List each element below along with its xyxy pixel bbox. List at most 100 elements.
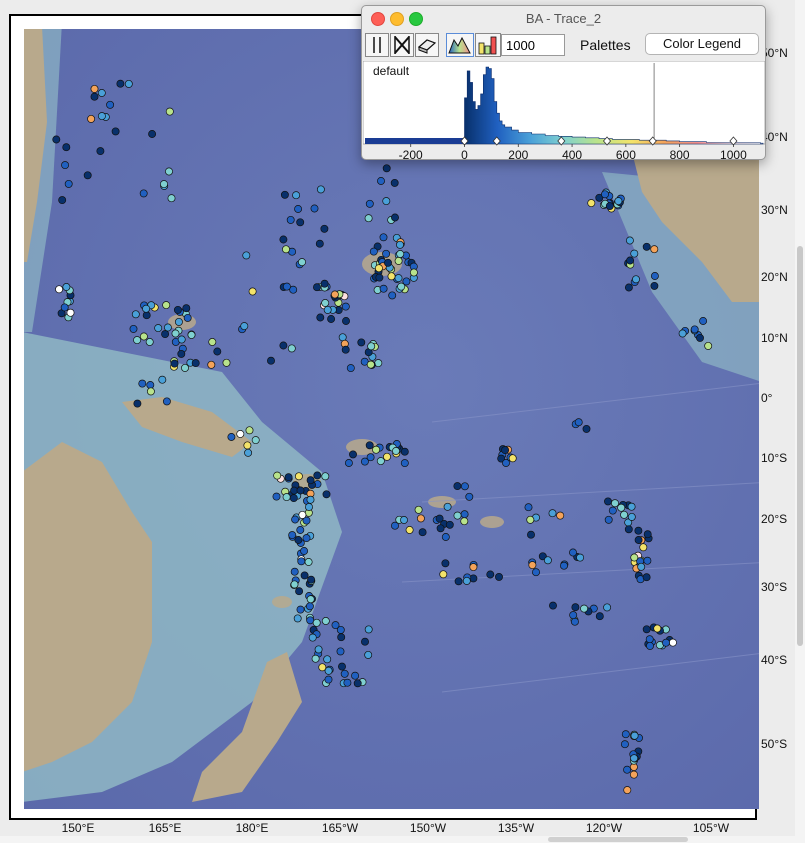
- sample-point[interactable]: [133, 399, 142, 408]
- sample-point[interactable]: [394, 256, 403, 265]
- histogram-window[interactable]: BA - Trace_2 1000 Palettes Color Legend …: [361, 5, 766, 160]
- sample-point[interactable]: [272, 492, 281, 501]
- vertical-scrollbar[interactable]: [795, 0, 805, 843]
- sample-point[interactable]: [294, 205, 303, 213]
- sample-point[interactable]: [106, 100, 115, 109]
- sample-point[interactable]: [342, 317, 350, 325]
- sample-point[interactable]: [222, 358, 231, 367]
- sample-point[interactable]: [282, 282, 291, 291]
- sample-point[interactable]: [183, 313, 192, 322]
- sample-point[interactable]: [587, 199, 596, 208]
- sample-point[interactable]: [465, 492, 474, 501]
- sample-point[interactable]: [304, 558, 313, 566]
- sample-point[interactable]: [313, 471, 322, 480]
- sample-point[interactable]: [377, 177, 385, 185]
- sample-point[interactable]: [582, 424, 591, 433]
- sample-point[interactable]: [374, 359, 383, 368]
- sample-point[interactable]: [292, 191, 301, 200]
- sample-point[interactable]: [367, 342, 376, 351]
- sample-point[interactable]: [315, 239, 324, 248]
- sample-point[interactable]: [646, 641, 654, 650]
- sample-point[interactable]: [366, 453, 375, 462]
- sample-point[interactable]: [608, 506, 617, 515]
- sample-point[interactable]: [286, 215, 295, 224]
- sample-point[interactable]: [52, 135, 61, 144]
- sample-point[interactable]: [645, 635, 654, 644]
- sample-point[interactable]: [279, 235, 288, 244]
- sample-point[interactable]: [460, 517, 469, 526]
- sample-point[interactable]: [662, 638, 670, 647]
- sample-point[interactable]: [349, 450, 357, 459]
- sample-point[interactable]: [543, 556, 552, 565]
- sample-point[interactable]: [97, 112, 106, 121]
- sample-point[interactable]: [627, 502, 636, 511]
- sample-point[interactable]: [394, 274, 403, 283]
- horizontal-scrollbar[interactable]: [0, 836, 795, 843]
- sample-point[interactable]: [244, 448, 253, 457]
- sample-point[interactable]: [154, 324, 163, 333]
- sample-point[interactable]: [637, 562, 646, 571]
- sample-point[interactable]: [312, 618, 321, 627]
- sample-point[interactable]: [66, 308, 75, 317]
- sample-point[interactable]: [629, 770, 638, 779]
- sample-point[interactable]: [207, 360, 216, 369]
- sample-point[interactable]: [642, 625, 651, 634]
- sample-point[interactable]: [336, 647, 345, 656]
- sample-point[interactable]: [297, 557, 306, 566]
- horizontal-scroll-thumb[interactable]: [548, 837, 688, 842]
- sample-point[interactable]: [364, 650, 373, 659]
- sample-point[interactable]: [630, 731, 639, 740]
- sample-point[interactable]: [601, 190, 609, 199]
- sample-point[interactable]: [527, 530, 535, 539]
- sample-point[interactable]: [289, 494, 298, 503]
- sample-point[interactable]: [351, 671, 360, 680]
- sample-point[interactable]: [295, 587, 304, 596]
- sample-point[interactable]: [396, 250, 405, 258]
- sample-point[interactable]: [390, 178, 399, 187]
- sample-point[interactable]: [142, 304, 151, 313]
- sample-point[interactable]: [391, 213, 399, 222]
- sample-point[interactable]: [307, 575, 316, 584]
- sample-point[interactable]: [282, 493, 291, 502]
- sample-point[interactable]: [321, 472, 330, 481]
- sample-point[interactable]: [405, 526, 414, 534]
- sample-point[interactable]: [387, 272, 396, 281]
- sample-point[interactable]: [162, 397, 171, 406]
- sample-point[interactable]: [321, 617, 330, 625]
- sample-point[interactable]: [145, 338, 154, 346]
- sample-point[interactable]: [288, 531, 297, 540]
- sample-point[interactable]: [623, 786, 632, 795]
- sample-point[interactable]: [630, 249, 639, 258]
- sample-point[interactable]: [372, 445, 381, 454]
- eraser-button[interactable]: [415, 33, 439, 57]
- sample-point[interactable]: [526, 515, 535, 524]
- sample-point[interactable]: [314, 645, 323, 654]
- sample-point[interactable]: [96, 147, 105, 156]
- sample-point[interactable]: [251, 436, 260, 445]
- sample-point[interactable]: [160, 180, 168, 189]
- sample-point[interactable]: [306, 476, 315, 485]
- sample-point[interactable]: [139, 332, 148, 341]
- sample-point[interactable]: [293, 614, 302, 623]
- sample-point[interactable]: [571, 603, 580, 612]
- sample-point[interactable]: [650, 281, 659, 290]
- sample-point[interactable]: [58, 196, 67, 205]
- sample-point[interactable]: [305, 602, 314, 611]
- sample-point[interactable]: [634, 526, 643, 535]
- sample-point[interactable]: [627, 512, 636, 521]
- sample-point[interactable]: [418, 528, 427, 537]
- sample-point[interactable]: [181, 363, 189, 372]
- sample-point[interactable]: [296, 486, 305, 495]
- sample-point[interactable]: [290, 580, 299, 589]
- sample-point[interactable]: [302, 534, 311, 543]
- sample-point[interactable]: [611, 499, 619, 508]
- sample-point[interactable]: [327, 315, 336, 323]
- sample-point[interactable]: [213, 347, 222, 356]
- sample-point[interactable]: [310, 204, 319, 213]
- sample-point[interactable]: [341, 345, 350, 354]
- sample-point[interactable]: [90, 84, 99, 93]
- sample-point[interactable]: [163, 323, 172, 332]
- sample-point[interactable]: [435, 514, 444, 523]
- sample-point[interactable]: [595, 612, 604, 621]
- sample-point[interactable]: [704, 341, 713, 350]
